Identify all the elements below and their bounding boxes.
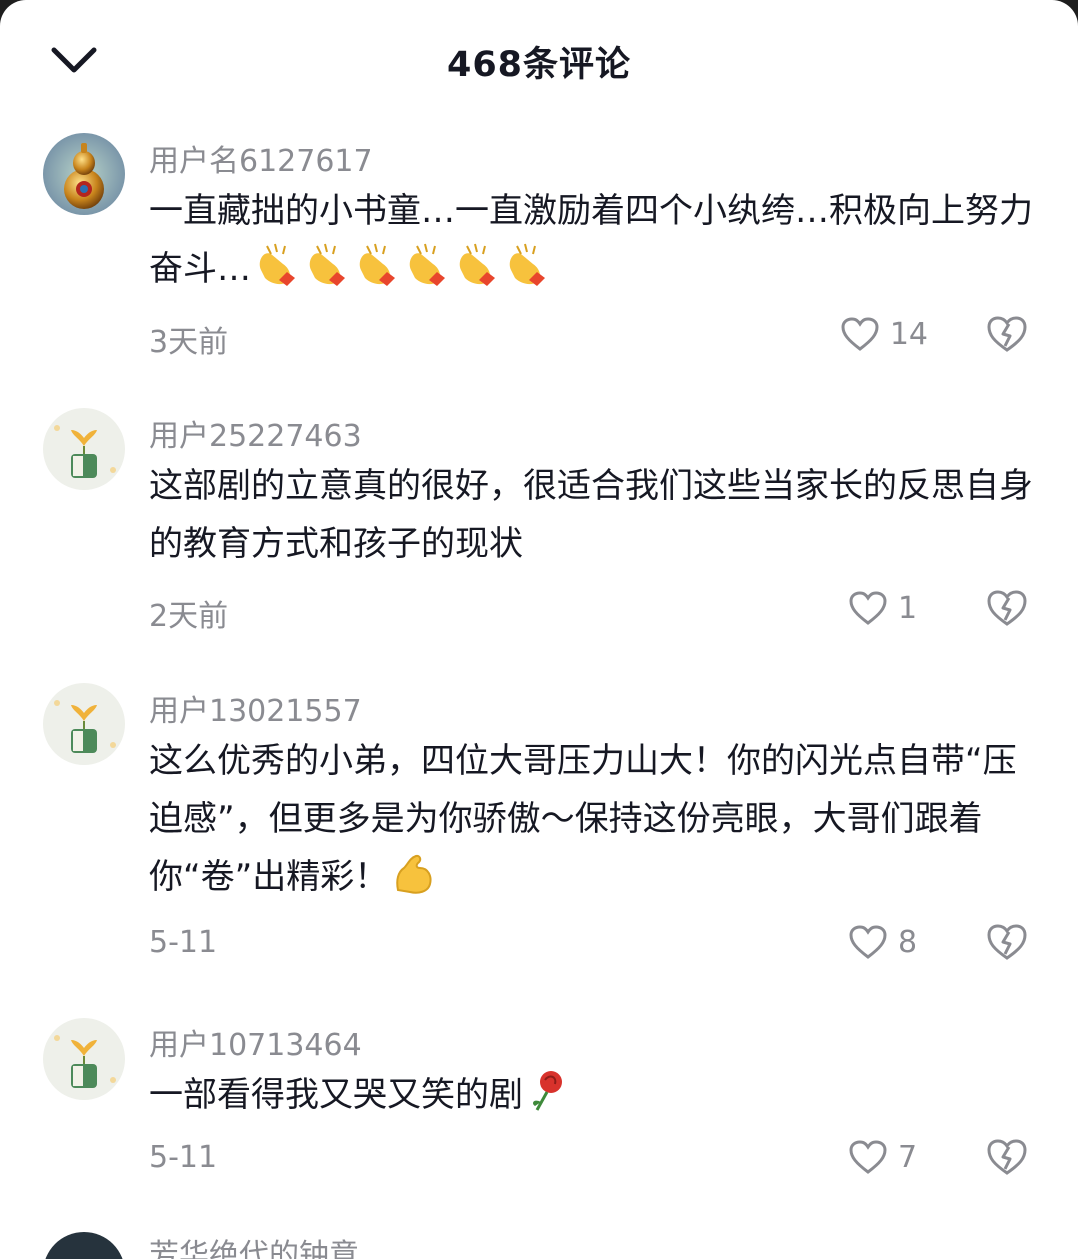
broken-heart-icon [987, 1139, 1027, 1175]
avatar[interactable] [43, 683, 125, 765]
comments-count-title: 468条评论 [446, 45, 632, 85]
clapping-hands-icon [259, 243, 546, 287]
comment-username[interactable]: 用户10713464 [149, 1020, 362, 1064]
dislike-button[interactable] [985, 1137, 1029, 1177]
dislike-button[interactable] [985, 922, 1029, 962]
comment-username[interactable]: 用户名6127617 [149, 136, 373, 180]
comment-text: 一直藏拙的小书童…一直激励着四个小纨绔…积极向上努力奋斗… [149, 182, 1044, 306]
like-count: 14 [889, 316, 928, 352]
broken-heart-icon [987, 590, 1027, 626]
dislike-button[interactable] [985, 588, 1029, 628]
broken-heart-icon [987, 316, 1027, 352]
like-button[interactable]: 14 [840, 314, 928, 354]
comment-text: 一部看得我又哭又笑的剧 [149, 1066, 1044, 1132]
comment-time: 5-11 [149, 1140, 218, 1175]
comments-sheet: 468条评论 用户名6127617 一直藏拙的小书童…一直激励着四个小纨绔…积极… [0, 0, 1078, 1259]
comment-text: 这部剧的立意真的很好，很适合我们这些当家长的反思自身的教育方式和孩子的现状 [149, 466, 1033, 564]
like-count: 1 [898, 590, 918, 626]
like-count: 7 [898, 1139, 918, 1175]
comment-time: 5-11 [149, 925, 218, 960]
rose-icon [533, 1071, 562, 1111]
avatar[interactable] [43, 133, 125, 215]
heart-icon [849, 1140, 887, 1174]
clapping-hands-emoji-group [253, 240, 553, 306]
comment-time: 3天前 [149, 325, 229, 360]
flexed-biceps-emoji [390, 850, 436, 914]
avatar[interactable] [43, 1018, 125, 1100]
like-button[interactable]: 7 [848, 1137, 928, 1177]
like-button[interactable]: 1 [848, 588, 928, 628]
heart-icon [841, 317, 879, 351]
heart-icon [849, 591, 887, 625]
comment-time: 2天前 [149, 599, 229, 634]
flexed-biceps-icon [396, 854, 432, 894]
heart-icon [849, 925, 887, 959]
like-button[interactable]: 8 [848, 922, 928, 962]
avatar[interactable] [43, 1232, 125, 1259]
broken-heart-icon [987, 924, 1027, 960]
comment-username[interactable]: 用户25227463 [149, 411, 362, 455]
comments-header: 468条评论 [0, 0, 1078, 120]
comment-text: 这么优秀的小弟，四位大哥压力山大！你的闪光点自带“压迫感”，但更多是为你骄傲～保… [149, 732, 1044, 914]
dislike-button[interactable] [985, 314, 1029, 354]
avatar[interactable] [43, 408, 125, 490]
like-count: 8 [898, 924, 918, 960]
rose-emoji [525, 1068, 569, 1132]
comment-username[interactable]: 用户13021557 [149, 686, 362, 730]
comment-username[interactable]: 芳华绝代的钟意 [149, 1230, 359, 1259]
